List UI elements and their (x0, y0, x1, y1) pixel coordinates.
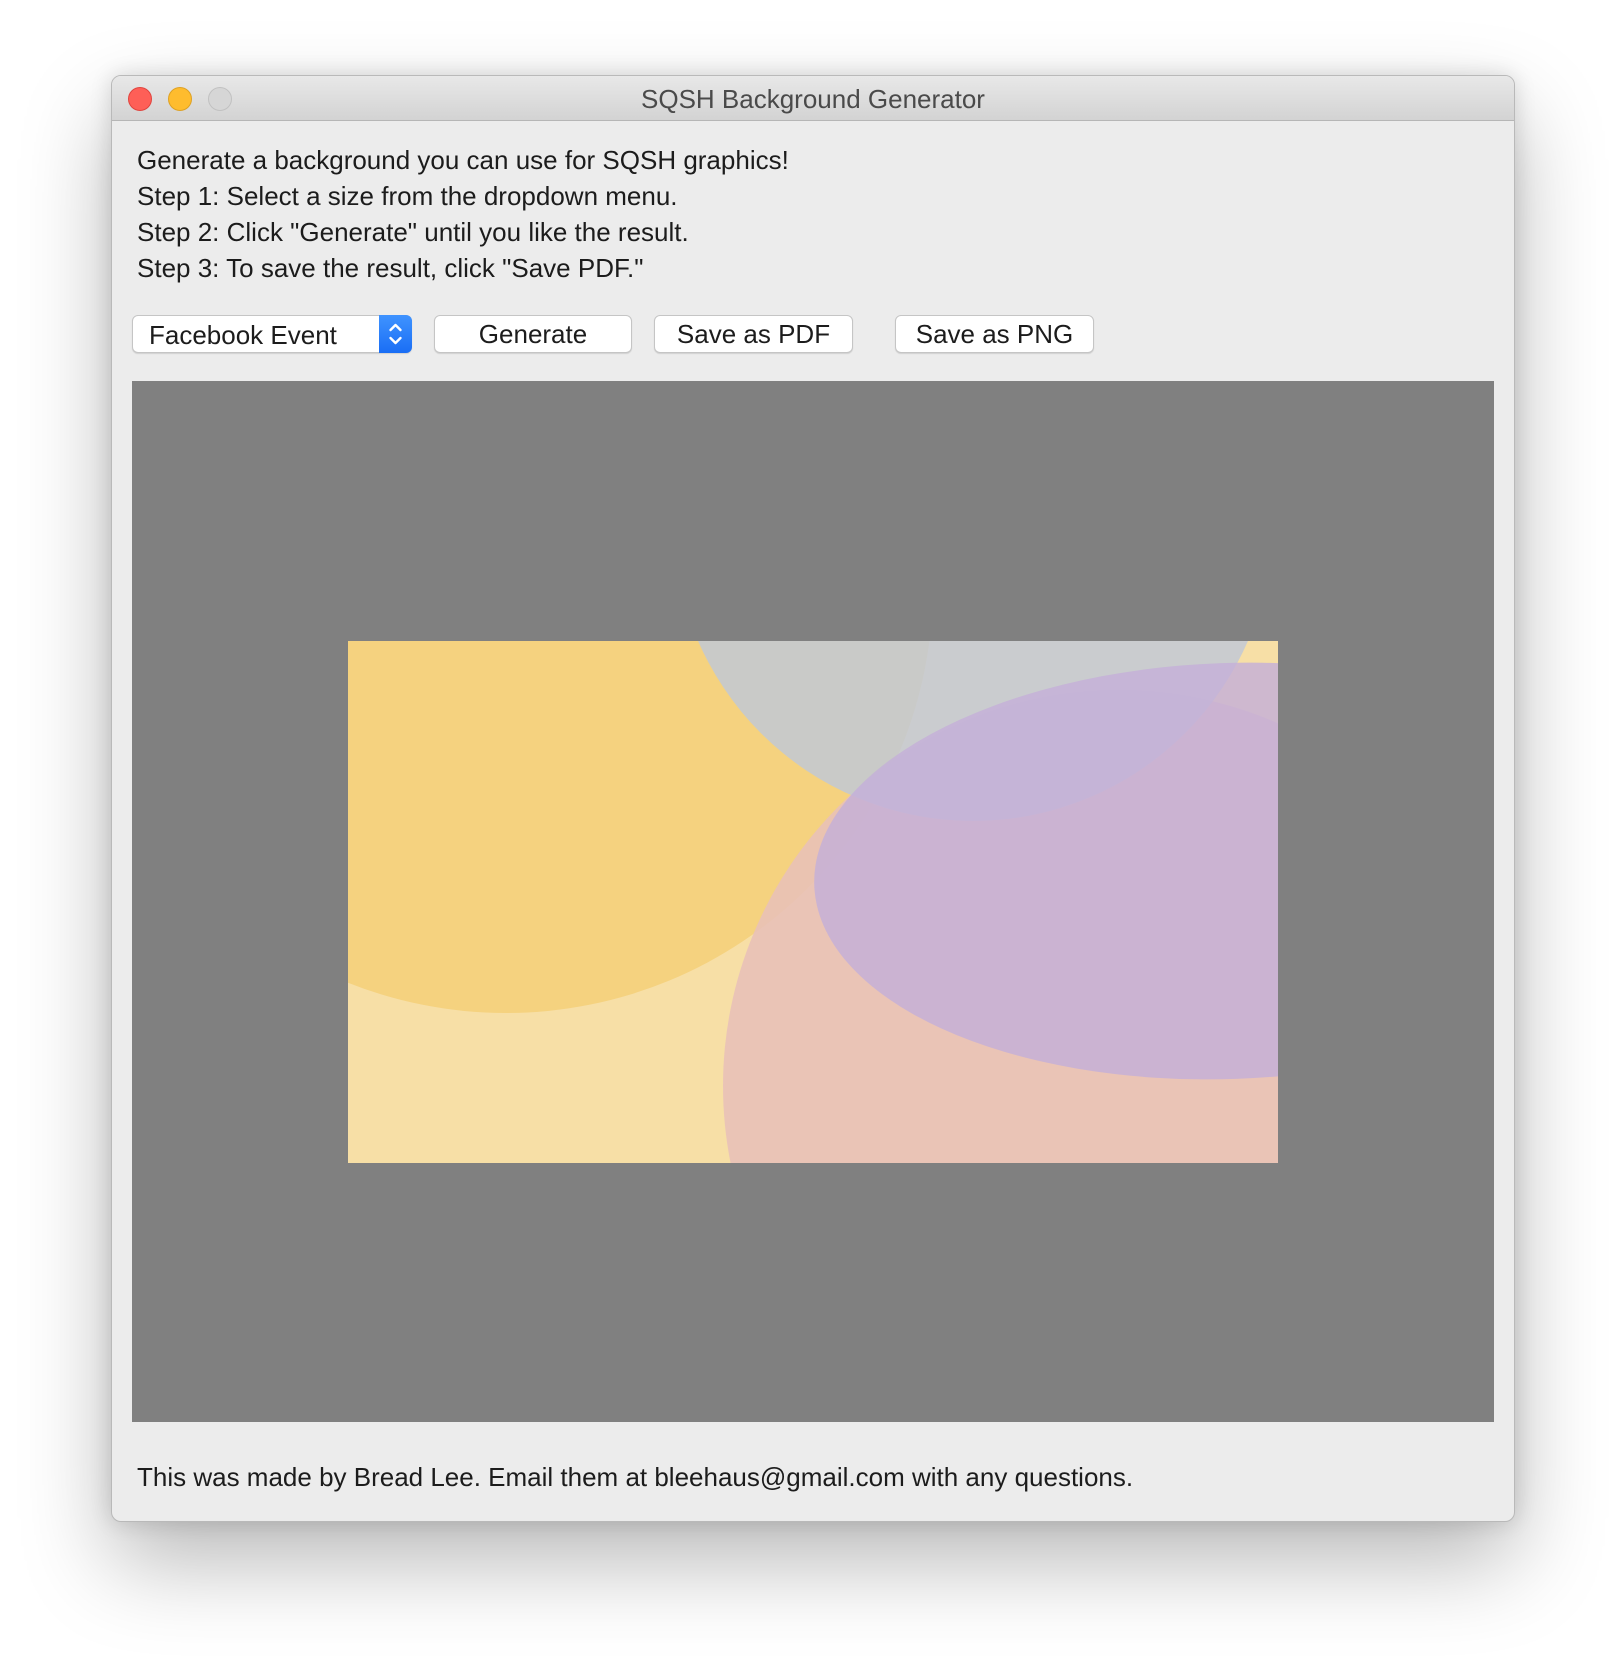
updown-chevron-icon (379, 315, 412, 353)
app-window: SQSH Background Generator Generate a bac… (111, 75, 1515, 1522)
title-bar[interactable]: SQSH Background Generator (112, 76, 1514, 121)
instruction-step-2: Step 2: Click "Generate" until you like … (137, 217, 689, 247)
generate-button[interactable]: Generate (434, 315, 632, 353)
instructions: Generate a background you can use for SQ… (137, 142, 789, 286)
save-as-png-button[interactable]: Save as PNG (895, 315, 1094, 353)
save-as-pdf-button[interactable]: Save as PDF (654, 315, 853, 353)
generated-background-preview (348, 641, 1278, 1163)
footer-credit: This was made by Bread Lee. Email them a… (137, 1462, 1134, 1492)
window-title: SQSH Background Generator (641, 84, 985, 114)
instruction-step-3: Step 3: To save the result, click "Save … (137, 253, 644, 283)
instruction-intro: Generate a background you can use for SQ… (137, 145, 789, 175)
size-select[interactable]: Facebook Event (132, 315, 412, 353)
preview-area (132, 381, 1494, 1422)
instruction-step-1: Step 1: Select a size from the dropdown … (137, 181, 678, 211)
size-select-value: Facebook Event (149, 320, 337, 350)
